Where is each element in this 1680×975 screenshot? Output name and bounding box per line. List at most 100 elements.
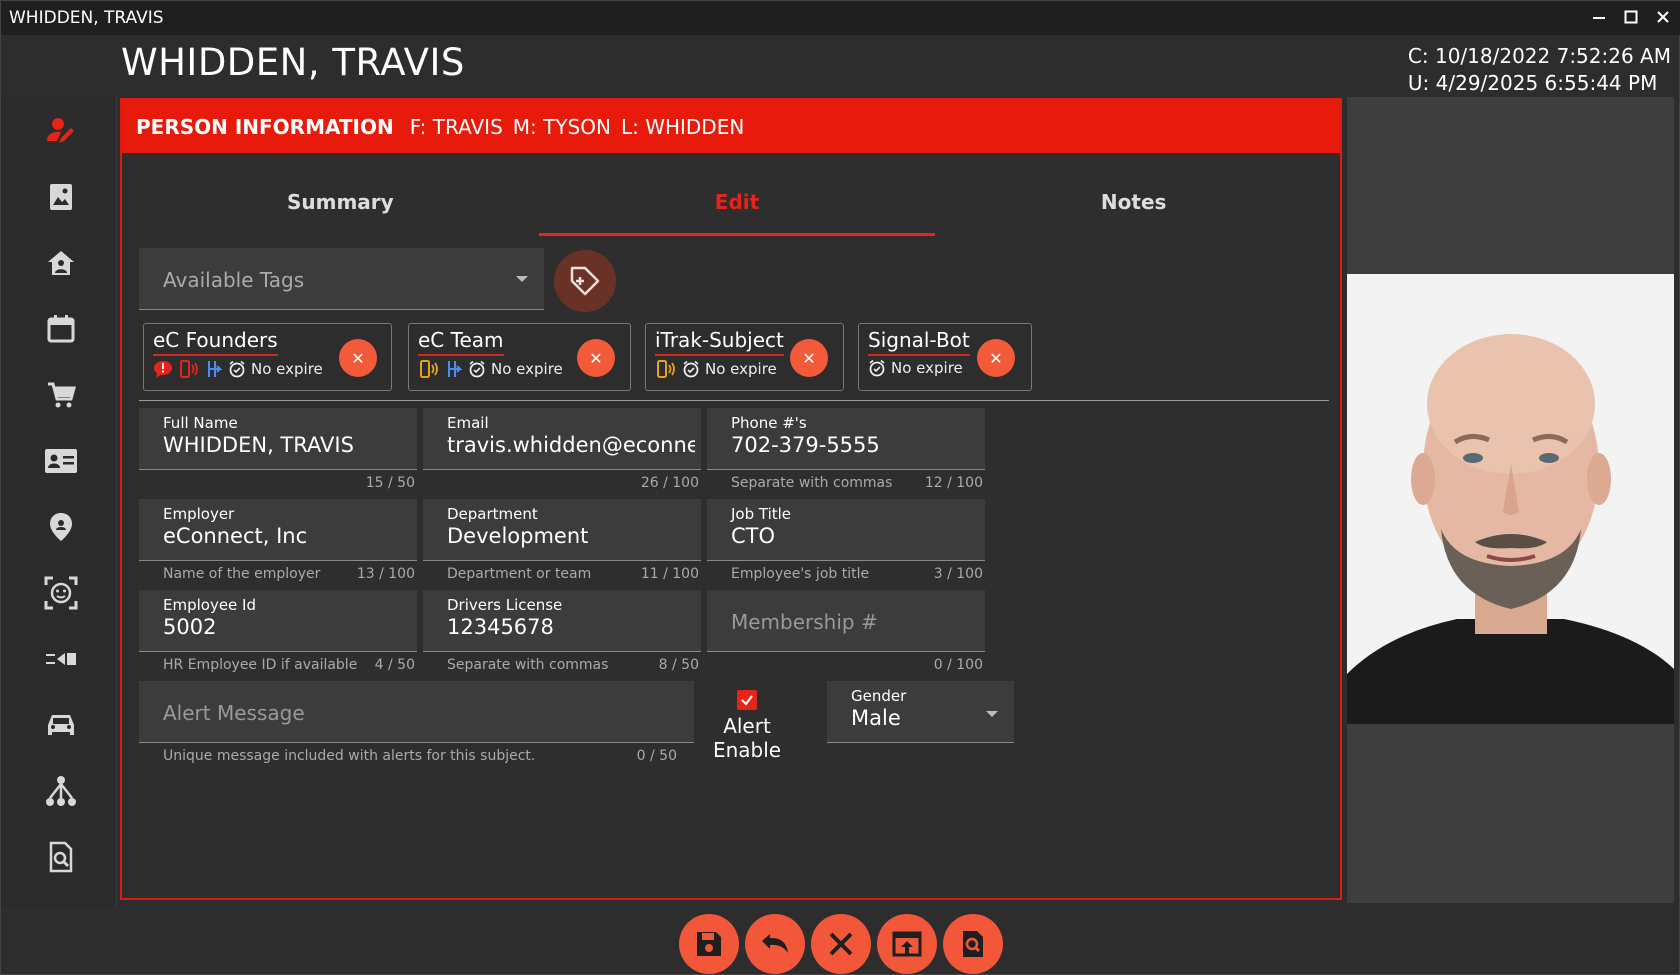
calendar-icon[interactable] bbox=[43, 311, 79, 347]
tag-chip: iTrak-Subject No expire ✕ bbox=[645, 323, 844, 391]
employee-id-field[interactable]: Employee Id 5002 bbox=[139, 590, 417, 652]
employer-label: Employer bbox=[163, 505, 235, 523]
timestamps: C: 10/18/2022 7:52:26 AM U: 4/29/2025 6:… bbox=[1408, 43, 1671, 97]
home-person-icon[interactable] bbox=[43, 245, 79, 281]
search-document-icon[interactable] bbox=[43, 839, 79, 875]
person-information-panel: PERSON INFORMATION F: TRAVIS M: TYSON L:… bbox=[120, 98, 1342, 900]
last-name: L: WHIDDEN bbox=[620, 114, 745, 139]
email-field[interactable]: Email travis.whidden@econnect bbox=[423, 408, 701, 470]
available-tags-placeholder: Available Tags bbox=[163, 268, 305, 292]
subject-photo[interactable] bbox=[1347, 274, 1674, 724]
department-field[interactable]: Department Development bbox=[423, 499, 701, 561]
remove-tag-button[interactable]: ✕ bbox=[790, 339, 828, 377]
alert-enable-label: Alert Enable bbox=[712, 714, 782, 762]
tag-chip: Signal-Bot No expire ✕ bbox=[858, 323, 1032, 391]
tab-summary[interactable]: Summary bbox=[142, 180, 539, 236]
job-title-hint: Employee's job title bbox=[731, 566, 870, 582]
info-bar: PERSON INFORMATION F: TRAVIS M: TYSON L:… bbox=[122, 100, 1340, 153]
maximize-icon[interactable] bbox=[1621, 7, 1641, 27]
tag-expire: No expire bbox=[491, 360, 563, 378]
remove-tag-button[interactable]: ✕ bbox=[977, 339, 1015, 377]
phone-label: Phone #'s bbox=[731, 414, 807, 432]
tab-notes[interactable]: Notes bbox=[935, 180, 1332, 236]
tag-add-icon bbox=[570, 266, 600, 296]
tag-name: iTrak-Subject bbox=[655, 328, 784, 356]
search-button[interactable] bbox=[943, 914, 1003, 974]
export-button[interactable] bbox=[877, 914, 937, 974]
job-title-count: 3 / 100 bbox=[933, 566, 983, 582]
tab-edit[interactable]: Edit bbox=[538, 180, 936, 236]
employer-field[interactable]: Employer eConnect, Inc bbox=[139, 499, 417, 561]
image-gallery-icon[interactable] bbox=[43, 179, 79, 215]
close-icon: ✕ bbox=[989, 348, 1003, 368]
membership-placeholder: Membership # bbox=[731, 610, 878, 634]
full-name-label: Full Name bbox=[163, 414, 238, 432]
drivers-license-value: 12345678 bbox=[447, 615, 554, 639]
alarm-clock-icon bbox=[869, 359, 885, 377]
middle-name: M: TYSON bbox=[512, 114, 611, 139]
window-title: WHIDDEN, TRAVIS bbox=[9, 8, 164, 28]
arrow-import-icon[interactable] bbox=[43, 641, 79, 677]
id-card-icon[interactable] bbox=[43, 443, 79, 479]
photo-panel bbox=[1347, 97, 1674, 903]
person-portrait-image bbox=[1347, 274, 1674, 724]
updated-timestamp: U: 4/29/2025 6:55:44 PM bbox=[1407, 71, 1658, 95]
page-title: WHIDDEN, TRAVIS bbox=[121, 41, 465, 84]
cancel-button[interactable] bbox=[811, 914, 871, 974]
chevron-down-icon bbox=[516, 276, 528, 282]
alarm-clock-icon bbox=[229, 360, 245, 378]
tag-name: Signal-Bot bbox=[868, 328, 970, 356]
email-label: Email bbox=[447, 414, 489, 432]
action-bar bbox=[679, 914, 1003, 974]
sidebar bbox=[1, 97, 117, 907]
alert-message-field[interactable]: Alert Message bbox=[139, 681, 694, 743]
alert-enable-checkbox[interactable]: Alert Enable bbox=[687, 690, 807, 762]
full-name-field[interactable]: Full Name WHIDDEN, TRAVIS bbox=[139, 408, 417, 470]
phone-count: 12 / 100 bbox=[924, 475, 983, 491]
hierarchy-icon[interactable] bbox=[43, 773, 79, 809]
save-button[interactable] bbox=[679, 914, 739, 974]
undo-button[interactable] bbox=[745, 914, 805, 974]
app-window: WHIDDEN, TRAVIS WHIDDEN, TRAVIS C: 10/18… bbox=[0, 0, 1680, 975]
cart-icon[interactable] bbox=[43, 377, 79, 413]
employer-count: 13 / 100 bbox=[356, 566, 415, 582]
available-tags-select[interactable]: Available Tags bbox=[139, 248, 544, 310]
tag-expire: No expire bbox=[891, 359, 963, 377]
close-window-icon[interactable] bbox=[1653, 7, 1673, 27]
car-icon[interactable] bbox=[43, 707, 79, 743]
phone-field[interactable]: Phone #'s 702-379-5555 bbox=[707, 408, 985, 470]
full-name-value: WHIDDEN, TRAVIS bbox=[163, 433, 354, 457]
alert-message-placeholder: Alert Message bbox=[163, 701, 305, 725]
email-count: 26 / 100 bbox=[640, 475, 699, 491]
save-icon bbox=[697, 932, 721, 956]
job-title-field[interactable]: Job Title CTO bbox=[707, 499, 985, 561]
department-hint: Department or team bbox=[447, 566, 592, 582]
phone-hint: Separate with commas bbox=[731, 475, 893, 491]
employee-id-count: 4 / 50 bbox=[374, 657, 415, 673]
person-edit-icon[interactable] bbox=[43, 113, 79, 149]
drivers-license-label: Drivers License bbox=[447, 596, 563, 614]
map-pin-icon[interactable] bbox=[43, 509, 79, 545]
alert-icon bbox=[154, 361, 172, 378]
tag-name: eC Team bbox=[418, 328, 504, 356]
undo-icon bbox=[762, 934, 788, 953]
employee-id-value: 5002 bbox=[163, 615, 217, 639]
drivers-license-field[interactable]: Drivers License 12345678 bbox=[423, 590, 701, 652]
first-name: F: TRAVIS bbox=[409, 114, 503, 139]
close-icon: ✕ bbox=[802, 348, 816, 368]
face-recognition-icon[interactable] bbox=[43, 575, 79, 611]
minimize-icon[interactable] bbox=[1589, 7, 1609, 27]
checkbox-checked-icon bbox=[737, 690, 757, 710]
gender-label: Gender bbox=[851, 687, 907, 705]
gender-select[interactable]: Gender Male bbox=[827, 681, 1014, 743]
alert-message-count: 0 / 50 bbox=[636, 748, 677, 764]
remove-tag-button[interactable]: ✕ bbox=[577, 339, 615, 377]
employee-id-hint: HR Employee ID if available bbox=[163, 657, 358, 673]
membership-field[interactable]: Membership # bbox=[707, 590, 985, 652]
section-label: PERSON INFORMATION bbox=[136, 114, 394, 139]
close-icon bbox=[829, 932, 853, 956]
remove-tag-button[interactable]: ✕ bbox=[339, 339, 377, 377]
created-timestamp: C: 10/18/2022 7:52:26 AM bbox=[1407, 44, 1671, 68]
job-title-label: Job Title bbox=[731, 505, 792, 523]
add-tag-button[interactable] bbox=[554, 250, 616, 312]
